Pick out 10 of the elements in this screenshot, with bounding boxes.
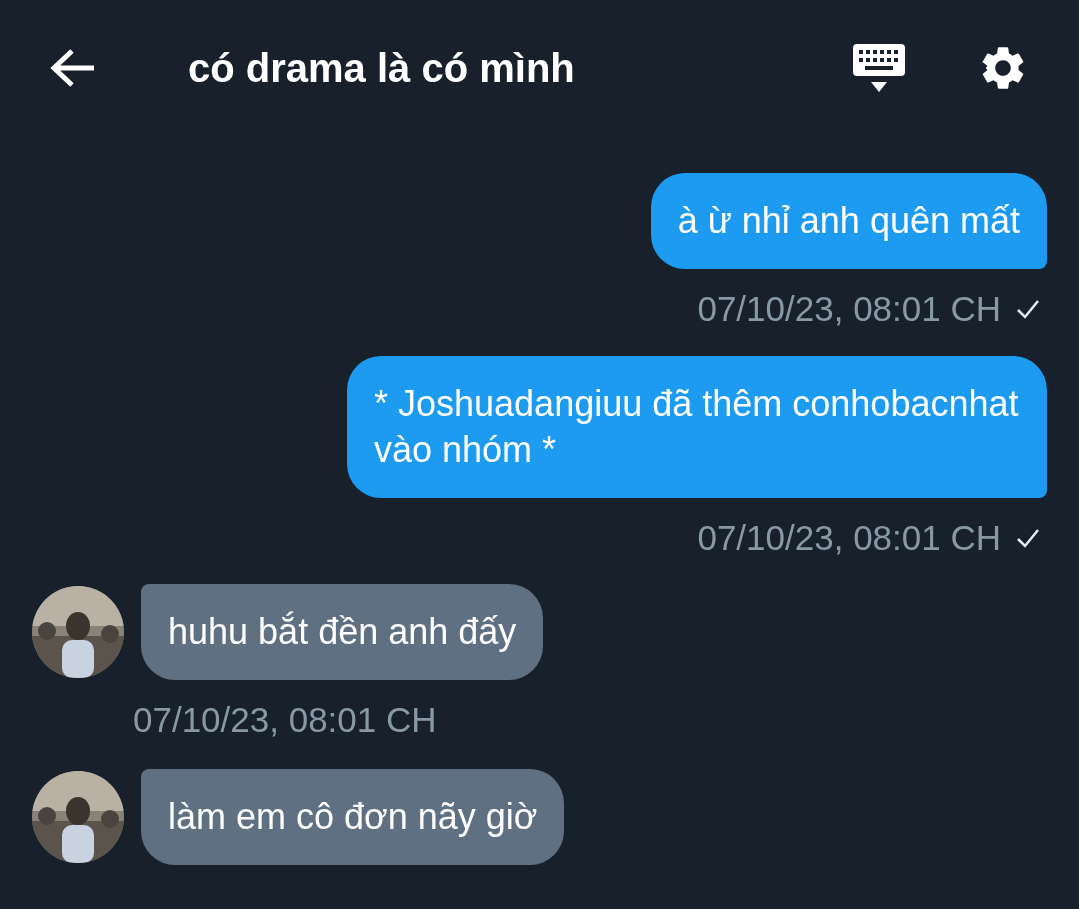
message-time: 07/10/23, 08:01 CH xyxy=(133,699,438,741)
chat-title: có drama là có mình xyxy=(188,44,575,92)
received-message-bubble: huhu bắt đền anh đấy xyxy=(141,584,544,680)
check-icon xyxy=(1015,298,1041,321)
sent-message-bubble: à ừ nhỉ anh quên mất xyxy=(650,173,1047,269)
sent-message-bubble: * Joshuadangiuu đã thêm conhobacnhat vào nhóm * xyxy=(347,355,1047,498)
back-arrow-icon[interactable] xyxy=(50,47,96,88)
message-time: 07/10/23, 08:01 CH xyxy=(697,288,1001,330)
received-message-bubble: làm em cô đơn nãy giờ xyxy=(141,768,565,865)
message-time: 07/10/23, 08:01 CH xyxy=(697,516,1001,559)
